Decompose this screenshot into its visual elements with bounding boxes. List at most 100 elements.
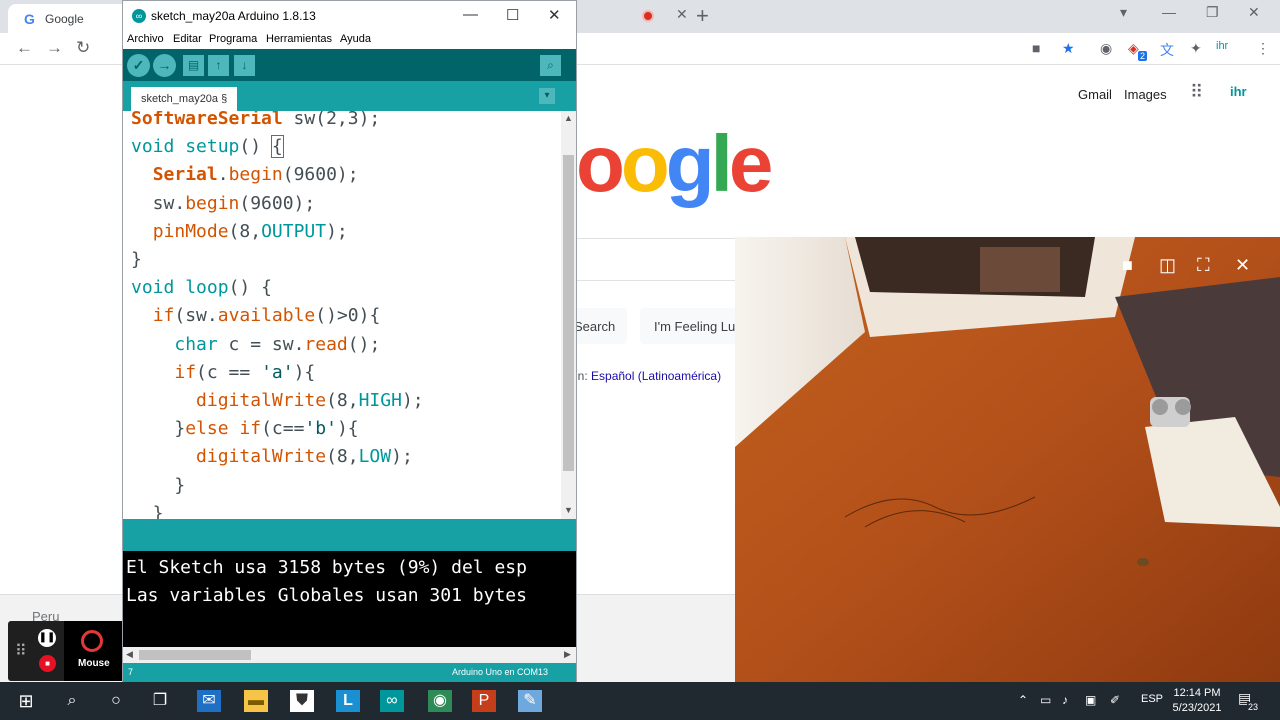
arduino-maximize-button[interactable]: ☐ bbox=[506, 6, 519, 24]
tab-search-icon[interactable]: ▾ bbox=[1120, 4, 1127, 21]
console-line: El Sketch usa 3158 bytes (9%) del esp bbox=[126, 557, 527, 578]
extension-badge-count: 2 bbox=[1138, 51, 1148, 61]
system-clock[interactable]: 12:14 PM 5/23/2021 bbox=[1168, 686, 1226, 716]
upload-button[interactable]: → bbox=[153, 54, 176, 77]
profile-logo-icon[interactable]: ihr bbox=[1216, 40, 1228, 52]
verify-button[interactable]: ✓ bbox=[127, 54, 150, 77]
arduino-taskbar-icon[interactable]: ∞ bbox=[380, 690, 404, 712]
camera-icon[interactable]: ■ bbox=[1122, 255, 1133, 276]
mouse-highlight-toggle[interactable]: Mouse bbox=[64, 621, 122, 681]
tab-close-icon[interactable]: ✕ bbox=[676, 6, 688, 23]
sketch-tab[interactable]: sketch_may20a § bbox=[131, 87, 238, 111]
arduino-console: El Sketch usa 3158 bytes (9%) del esp La… bbox=[123, 551, 576, 647]
console-horizontal-scrollbar[interactable]: ◀ ▶ bbox=[123, 647, 576, 663]
screen: G Google ✕ + ▾ — ❐ ✕ ← → ↻ ■ ★ ◉ ◈ 2 文 ✦… bbox=[0, 0, 1280, 720]
menu-kebab-icon[interactable]: ⋮ bbox=[1256, 40, 1270, 57]
store-icon[interactable]: ⛊ bbox=[290, 690, 314, 712]
forward-button[interactable]: → bbox=[46, 38, 63, 58]
fullscreen-icon[interactable]: ⛶ bbox=[1197, 255, 1210, 276]
extension-circle-icon[interactable]: ◉ bbox=[1100, 40, 1112, 57]
reload-button[interactable]: ↻ bbox=[76, 38, 90, 58]
arduino-tab-bar: sketch_may20a § ▾ bbox=[123, 81, 576, 111]
tray-expand-icon[interactable]: ⌃ bbox=[1018, 693, 1028, 707]
google-logo-letters: oogle bbox=[576, 119, 773, 208]
pause-recording-button[interactable]: ❚❚ bbox=[38, 629, 56, 647]
arduino-minimize-button[interactable]: — bbox=[463, 6, 478, 23]
arduino-close-button[interactable]: ✕ bbox=[548, 6, 561, 24]
windows-start-icon[interactable]: ⊞ bbox=[14, 690, 38, 712]
new-tab-button[interactable]: + bbox=[696, 3, 709, 29]
code-text: SoftwareSerial sw(2,3); void setup() { S… bbox=[131, 111, 424, 519]
minimize-button[interactable]: — bbox=[1162, 4, 1176, 20]
notes-icon[interactable]: ✎ bbox=[518, 690, 542, 712]
feeling-lucky-label: I'm Feeling Lu bbox=[654, 319, 736, 334]
battery-icon[interactable]: ▭ bbox=[1040, 693, 1051, 707]
pen-icon[interactable]: ✐ bbox=[1110, 693, 1120, 707]
code-editor[interactable]: SoftwareSerial sw(2,3); void setup() { S… bbox=[123, 111, 561, 519]
editor-scroll-thumb[interactable] bbox=[563, 155, 574, 471]
powerpoint-icon[interactable]: P bbox=[472, 690, 496, 712]
app-l-icon[interactable]: L bbox=[336, 690, 360, 712]
camera-icon[interactable]: ■ bbox=[1032, 40, 1040, 56]
apps-grid-icon[interactable]: ⠿ bbox=[1190, 82, 1203, 103]
restore-button[interactable]: ❐ bbox=[1206, 4, 1219, 21]
board-port-label: Arduino Uno en COM13 bbox=[452, 667, 549, 677]
menu-editar[interactable]: Editar bbox=[173, 33, 202, 45]
language-indicator[interactable]: ESP bbox=[1141, 693, 1163, 705]
translate-icon[interactable]: 文 bbox=[1160, 40, 1174, 60]
new-sketch-button[interactable]: ▤ bbox=[183, 55, 204, 76]
google-logo: oogle bbox=[576, 118, 773, 210]
arduino-ide-window: ∞ sketch_may20a Arduino 1.8.13 — ☐ ✕ Arc… bbox=[122, 0, 577, 682]
pip-video-window[interactable]: ■ ◫ ⛶ ✕ bbox=[735, 237, 1280, 682]
menu-ayuda[interactable]: Ayuda bbox=[340, 33, 371, 45]
google-logo-letter: l bbox=[710, 119, 733, 208]
header-divider bbox=[575, 238, 735, 239]
scroll-left-icon[interactable]: ◀ bbox=[126, 649, 133, 660]
menu-herramientas[interactable]: Herramientas bbox=[266, 33, 332, 45]
scroll-up-icon[interactable]: ▲ bbox=[564, 113, 573, 123]
google-logo-letter: e bbox=[728, 119, 773, 208]
mail-icon[interactable]: ✉ bbox=[197, 690, 221, 712]
notification-count: 23 bbox=[1247, 702, 1260, 712]
bookmark-star-icon[interactable]: ★ bbox=[1062, 40, 1075, 57]
mouse-label: Mouse bbox=[78, 658, 110, 669]
tab-menu-icon[interactable]: ▾ bbox=[539, 88, 555, 104]
video-frame bbox=[735, 237, 1280, 682]
close-icon[interactable]: ✕ bbox=[1235, 255, 1250, 276]
recording-indicator-icon bbox=[642, 10, 654, 22]
back-button[interactable]: ← bbox=[16, 38, 33, 58]
search-icon[interactable]: ⌕ bbox=[60, 690, 84, 712]
images-link[interactable]: Images bbox=[1124, 87, 1167, 102]
line-number: 7 bbox=[128, 667, 134, 677]
network-icon[interactable]: ▣ bbox=[1085, 693, 1096, 707]
clock-time: 12:14 PM bbox=[1173, 687, 1221, 699]
scroll-right-icon[interactable]: ▶ bbox=[564, 649, 571, 660]
feeling-lucky-button[interactable]: I'm Feeling Lu bbox=[640, 308, 736, 344]
volume-icon[interactable]: ♪ bbox=[1062, 693, 1068, 707]
gmail-link[interactable]: Gmail bbox=[1078, 87, 1112, 102]
save-sketch-button[interactable]: ↓ bbox=[234, 55, 255, 76]
editor-vertical-scrollbar[interactable]: ▲ ▼ bbox=[561, 111, 576, 519]
cortana-icon[interactable]: ○ bbox=[104, 690, 128, 712]
drag-handle-icon[interactable]: ⠿ bbox=[15, 641, 27, 661]
extensions-puzzle-icon[interactable]: ✦ bbox=[1190, 40, 1202, 57]
language-link[interactable]: Español (Latinoamérica) bbox=[591, 369, 721, 383]
serial-monitor-button[interactable]: ⌕ bbox=[540, 55, 561, 76]
chrome-icon[interactable]: ◉ bbox=[428, 690, 452, 712]
console-scroll-thumb[interactable] bbox=[139, 650, 251, 660]
account-avatar[interactable]: ihr bbox=[1230, 84, 1247, 99]
task-view-icon[interactable]: ❐ bbox=[148, 690, 172, 712]
browser-tab-title: Google bbox=[45, 12, 84, 26]
stop-recording-button[interactable]: ■ bbox=[39, 655, 56, 672]
close-button[interactable]: ✕ bbox=[1248, 4, 1260, 21]
arduino-menu-bar: Archivo Editar Programa Herramientas Ayu… bbox=[123, 31, 576, 49]
screen-recorder-widget: ⠿ ❚❚ ■ Mouse bbox=[8, 621, 122, 681]
menu-programa[interactable]: Programa bbox=[209, 33, 257, 45]
windows-taskbar: ⊞ ⌕ ○ ❐ ✉ ▬ ⛊ L ∞ ◉ P ✎ ⌃ ▭ ♪ ▣ ✐ ESP 12… bbox=[0, 682, 1280, 720]
arduino-window-title: sketch_may20a Arduino 1.8.13 bbox=[151, 9, 316, 23]
scroll-down-icon[interactable]: ▼ bbox=[564, 505, 573, 515]
file-explorer-icon[interactable]: ▬ bbox=[244, 690, 268, 712]
menu-archivo[interactable]: Archivo bbox=[127, 33, 164, 45]
split-icon[interactable]: ◫ bbox=[1159, 255, 1176, 276]
open-sketch-button[interactable]: ↑ bbox=[208, 55, 229, 76]
